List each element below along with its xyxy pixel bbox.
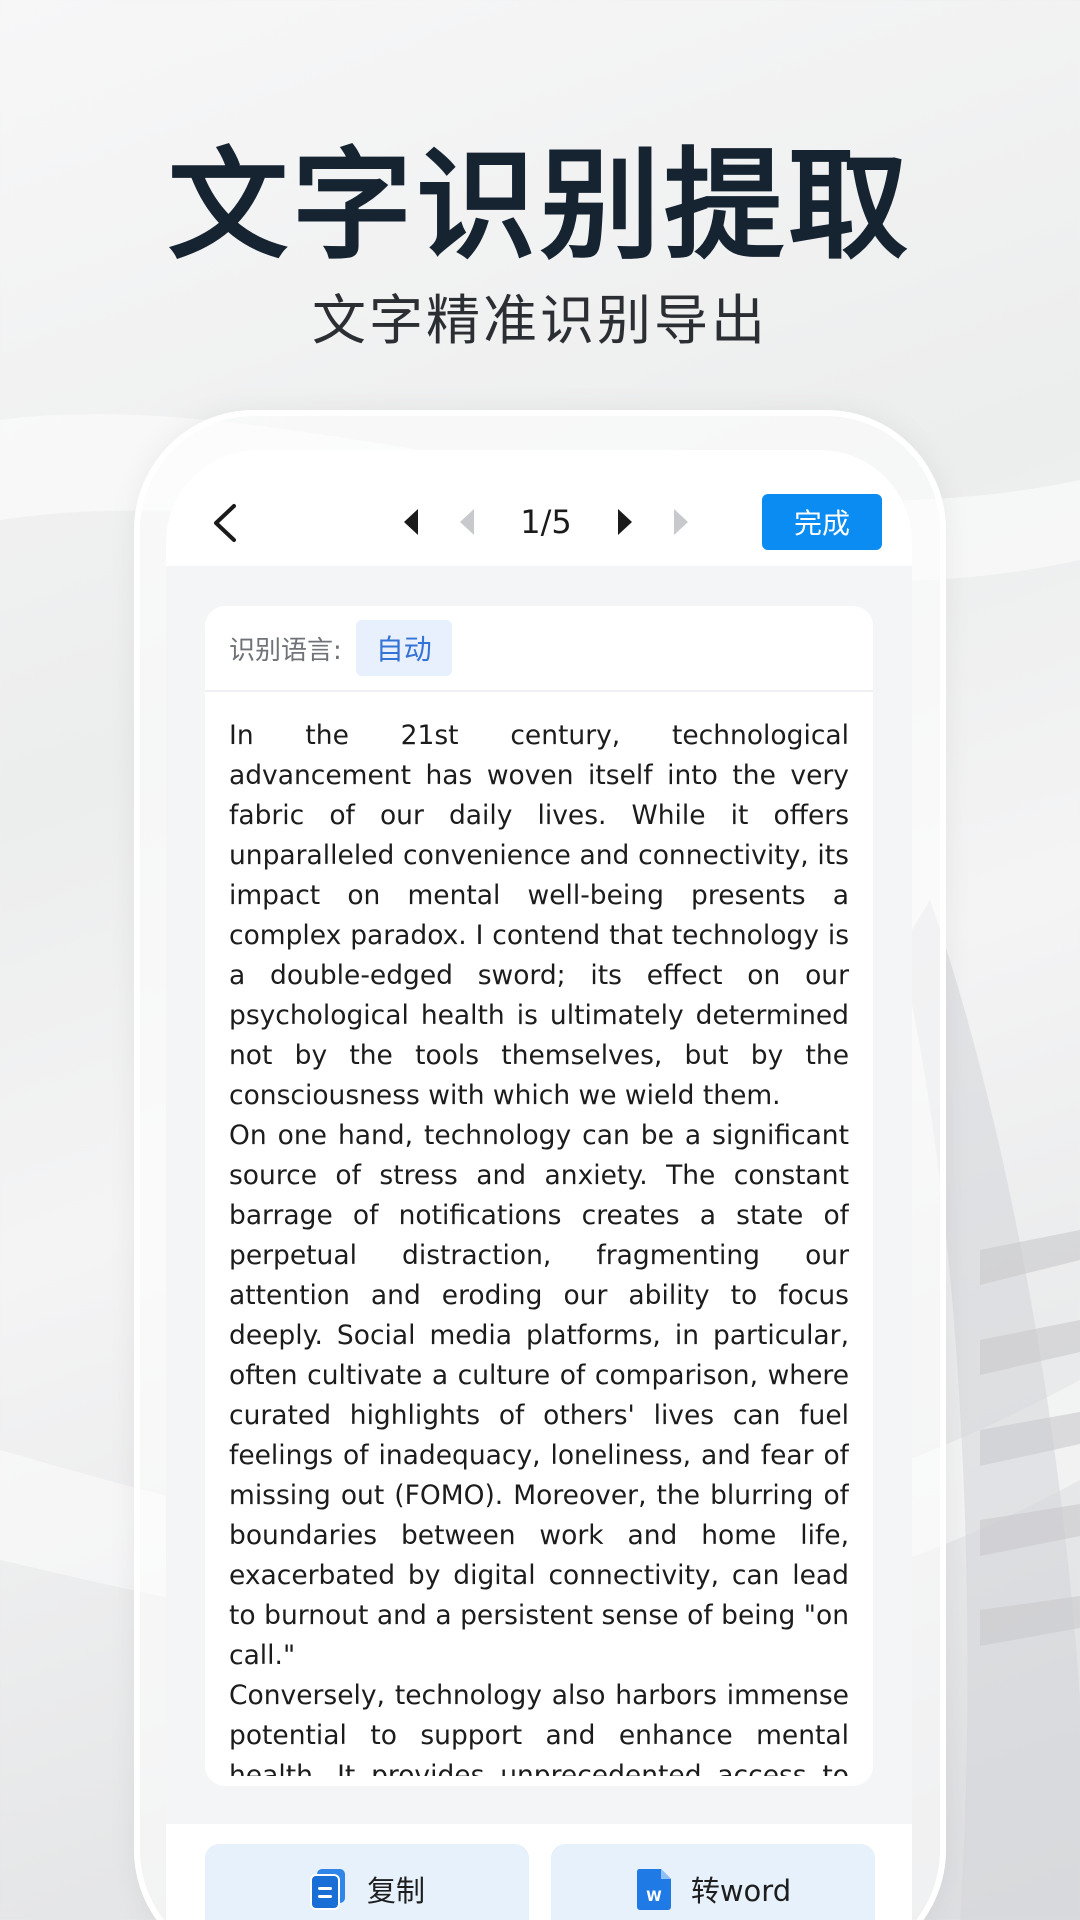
word-file-icon: W	[636, 1869, 671, 1910]
hero-title: 文字识别提取	[168, 137, 912, 276]
triangle-right-icon	[618, 509, 632, 535]
language-row: 识别语言: 自动	[205, 606, 873, 692]
triangle-left-icon	[404, 509, 418, 535]
svg-text:W: W	[646, 1889, 661, 1905]
chevron-right-disabled-icon	[674, 509, 688, 535]
next-page-button[interactable]	[596, 494, 652, 550]
page-navigator: 1/5	[384, 494, 708, 550]
previous-page-button[interactable]	[440, 494, 496, 550]
language-selector[interactable]: 自动	[355, 620, 452, 676]
recognition-result-card: 识别语言: 自动 In the 21st century, technologi…	[205, 606, 873, 1786]
page-indicator: 1/5	[520, 503, 572, 541]
last-page-button[interactable]	[652, 494, 708, 550]
copy-label: 复制	[366, 1874, 425, 1908]
copy-icon	[309, 1869, 345, 1910]
recognized-text[interactable]: In the 21st century, technological advan…	[229, 716, 849, 1776]
paragraph: On one hand, technology can be a signifi…	[229, 1120, 849, 1671]
convert-word-label: 转word	[690, 1874, 792, 1908]
bottom-action-bar: 复制 W 转word	[166, 1824, 912, 1920]
paragraph: Conversely, technology also harbors imme…	[229, 1680, 849, 1776]
app-screen: 1/5 完成 识别语言: 自动 In the 21st century, tec…	[166, 450, 912, 1920]
first-page-button[interactable]	[384, 494, 440, 550]
convert-word-button[interactable]: W 转word	[551, 1844, 875, 1920]
done-button[interactable]: 完成	[762, 494, 882, 550]
language-label: 识别语言:	[229, 635, 342, 666]
copy-button[interactable]: 复制	[205, 1844, 529, 1920]
top-toolbar: 1/5 完成	[166, 450, 912, 566]
chevron-left-disabled-icon	[460, 509, 474, 535]
chevron-left-icon	[214, 504, 236, 542]
paragraph: In the 21st century, technological advan…	[229, 720, 849, 1111]
back-button[interactable]	[202, 498, 252, 548]
hero-subtitle: 文字精准识别导出	[312, 289, 768, 352]
